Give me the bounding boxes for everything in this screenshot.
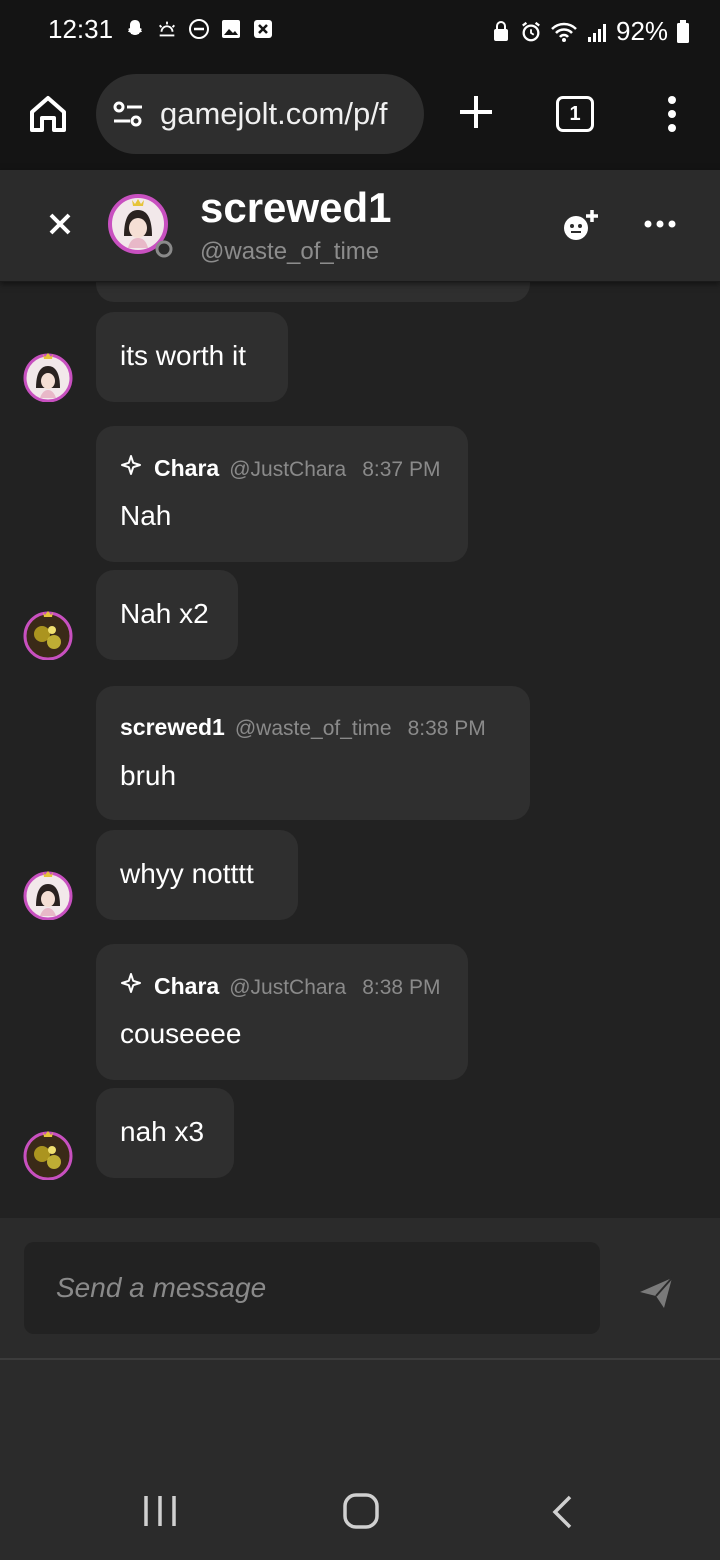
message-handle: @JustChara [229, 976, 347, 999]
site-settings-icon[interactable] [112, 100, 144, 128]
message-handle: @waste_of_time [234, 717, 392, 740]
more-horizontal-icon [644, 220, 676, 228]
close-chat-button[interactable] [46, 210, 74, 238]
system-home-button[interactable] [342, 1492, 380, 1530]
chara-avatar-icon [23, 1131, 73, 1181]
message-meta: screwed1 @waste_of_time 8:38 PM [120, 714, 486, 741]
chara-avatar-icon [23, 611, 73, 661]
message-meta: Chara @JustChara 8:37 PM [120, 454, 440, 482]
avatar[interactable] [108, 192, 173, 258]
avatar[interactable] [22, 868, 74, 921]
home-icon [30, 96, 66, 132]
avatar[interactable] [22, 350, 74, 403]
home-circle-icon [343, 1493, 379, 1529]
avatar[interactable] [22, 608, 74, 661]
message-handle: @JustChara [229, 458, 347, 481]
add-friend-button[interactable] [560, 208, 600, 244]
back-chevron-icon [552, 1495, 572, 1529]
browser-menu-button[interactable] [660, 94, 684, 134]
battery-percent: 92% [616, 16, 669, 46]
alarm-icon [520, 21, 542, 43]
screwed1-avatar-icon [23, 871, 73, 921]
back-button[interactable] [550, 1494, 574, 1530]
close-box-icon [252, 18, 274, 40]
weather-icon [156, 18, 178, 40]
send-icon [640, 1277, 673, 1308]
add-user-icon [564, 210, 598, 240]
message-meta: Chara @JustChara 8:38 PM [120, 972, 440, 1000]
message-card[interactable]: Chara @JustChara 8:37 PM Nah [96, 426, 468, 562]
new-tab-button[interactable] [456, 92, 496, 132]
message-bubble[interactable]: its worth it [96, 312, 288, 402]
chat-title: screwed1 [200, 184, 392, 231]
user-avatar-icon [108, 194, 173, 258]
system-icons: 92% [490, 16, 690, 47]
status-time: 12:31 [48, 14, 114, 44]
recents-button[interactable] [142, 1494, 178, 1528]
message-bubble[interactable]: whyy notttt [96, 830, 298, 920]
gallery-icon [220, 18, 242, 40]
avatar[interactable] [22, 1128, 74, 1181]
sparkle-icon [120, 972, 142, 1000]
screwed1-avatar-icon [23, 353, 73, 403]
message-text: its worth it [120, 340, 247, 371]
url-text: gamejolt.com/p/f [160, 96, 388, 131]
plus-icon [460, 96, 492, 128]
vpn-icon [490, 20, 512, 43]
message-time: 8:38 PM [362, 976, 441, 999]
message-text: Nah [120, 500, 172, 531]
status-bar: 12:31 92% [0, 0, 720, 62]
chat-options-button[interactable] [644, 214, 676, 234]
recents-icon [144, 1496, 176, 1526]
message-time: 8:38 PM [407, 717, 486, 740]
kebab-menu-icon [668, 96, 676, 132]
tab-switcher-button[interactable]: 1 [556, 96, 594, 132]
signal-icon [586, 21, 608, 43]
battery-icon [676, 19, 690, 43]
message-text: whyy notttt [120, 858, 254, 889]
browser-toolbar: gamejolt.com/p/f 1 [0, 62, 720, 170]
list-item [96, 282, 530, 302]
message-text: nah x3 [120, 1116, 205, 1147]
message-text: bruh [120, 760, 177, 791]
message-input[interactable] [24, 1242, 600, 1334]
chat-handle: @waste_of_time [200, 238, 380, 265]
close-icon [49, 213, 71, 235]
chat-header: screwed1 @waste_of_time [0, 170, 720, 282]
tab-count: 1 [569, 102, 581, 125]
message-list[interactable]: its worth it Chara @JustChara 8:37 PM Na… [0, 282, 720, 1218]
snapchat-icon [124, 18, 146, 40]
notification-icons [124, 18, 274, 40]
system-nav-bar [0, 1460, 720, 1560]
message-author[interactable]: Chara [154, 973, 219, 1000]
message-text: Nah x2 [120, 598, 209, 629]
message-author[interactable]: Chara [154, 455, 219, 482]
wifi-icon [550, 21, 578, 43]
sparkle-icon [120, 454, 142, 482]
send-button[interactable] [636, 1272, 676, 1312]
dnd-icon [188, 18, 210, 40]
message-bubble[interactable]: nah x3 [96, 1088, 234, 1178]
message-text: couseeee [120, 1018, 242, 1049]
message-time: 8:37 PM [362, 458, 441, 481]
message-author[interactable]: screwed1 [120, 714, 225, 741]
message-bubble[interactable]: Nah x2 [96, 570, 238, 660]
browser-home-button[interactable] [24, 90, 72, 138]
url-bar[interactable]: gamejolt.com/p/f [96, 74, 424, 154]
message-card[interactable]: screwed1 @waste_of_time 8:38 PM bruh [96, 686, 530, 820]
message-card[interactable]: Chara @JustChara 8:38 PM couseeee [96, 944, 468, 1080]
message-composer [0, 1218, 720, 1360]
